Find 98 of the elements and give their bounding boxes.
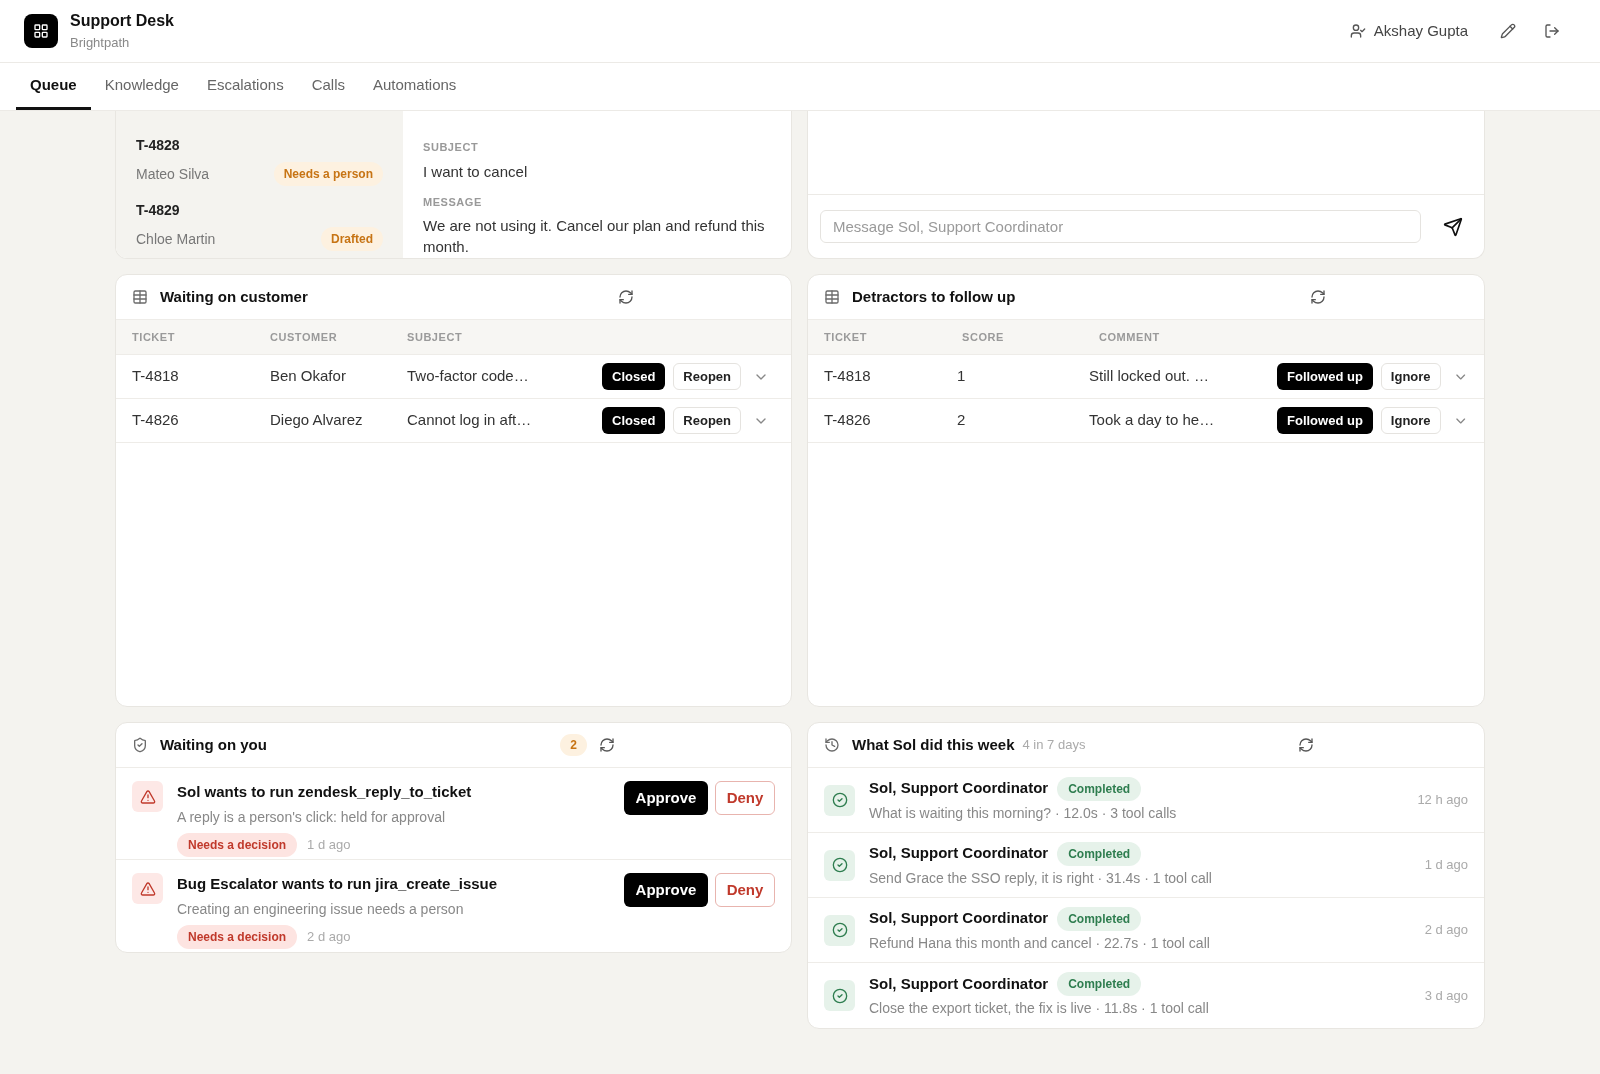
request-description: A reply is a person's click: held for approval — [177, 807, 447, 827]
check-icon — [831, 922, 848, 938]
agent-name: Sol, Support Coordinator — [869, 973, 1049, 994]
field-value: We are not using it. Cancel our plan and refund this month. — [423, 216, 766, 257]
count-badge: 2 — [560, 734, 587, 756]
agent-name: Sol, Support Coordinator — [869, 843, 1049, 864]
nav-tab[interactable]: Calls — [297, 63, 359, 110]
approve-button[interactable]: Approve — [624, 873, 708, 907]
card-title: Detractors to follow up — [852, 286, 1017, 307]
completed-badge: Completed — [1057, 841, 1142, 866]
nav-tab[interactable]: Knowledge — [90, 63, 193, 110]
logout-icon[interactable] — [1544, 23, 1560, 39]
app-title: Support Desk — [70, 11, 174, 32]
activity-detail: Send Grace the SSO reply, it is right · 31.4s · 1 tool call — [869, 868, 1213, 888]
status-button[interactable]: Closed — [602, 363, 666, 390]
user-name: Akshay Gupta — [1373, 20, 1468, 41]
column-header: SCORE — [962, 329, 1005, 345]
field-label: MESSAGE — [423, 194, 483, 210]
app-subtitle: Brightpath — [70, 34, 131, 53]
column-header: CUSTOMER — [270, 329, 339, 345]
nav-tab[interactable]: Escalations — [192, 63, 298, 110]
shield-icon — [132, 737, 148, 753]
approve-button[interactable]: Approve — [624, 781, 708, 815]
activity-detail: What is waiting this morning? · 12.0s · 3 tool calls — [869, 803, 1178, 823]
activity-time: 2 d ago — [1424, 921, 1468, 940]
table-cell-text: T-4818 — [824, 366, 872, 387]
card-title: Waiting on customer — [160, 286, 309, 307]
activity-time: 1 d ago — [1424, 856, 1468, 875]
check-icon — [831, 857, 848, 873]
refresh-icon[interactable] — [1297, 737, 1314, 753]
request-title: Sol wants to run zendesk_reply_to_ticket — [177, 782, 473, 802]
action-button[interactable]: Reopen — [673, 363, 741, 390]
ticket-id[interactable]: T-4828 — [136, 135, 383, 156]
table-cell-text: Ben Okafor — [270, 366, 347, 387]
activity-time: 12 h ago — [1417, 791, 1468, 810]
completed-badge: Completed — [1057, 972, 1142, 996]
activity-summary: 4 in 7 days — [1022, 736, 1087, 755]
table-icon — [132, 289, 148, 305]
ticket-id[interactable]: T-4829 — [136, 200, 383, 221]
agent-name: Sol, Support Coordinator — [869, 908, 1049, 929]
decision-badge: Needs a decision — [177, 832, 298, 857]
action-button[interactable]: Ignore — [1380, 363, 1441, 390]
action-button[interactable]: Ignore — [1380, 407, 1441, 434]
card-title: What Sol did this week — [852, 734, 1015, 755]
column-header: COMMENT — [1099, 329, 1161, 345]
edit-icon[interactable] — [1500, 23, 1516, 39]
table-cell-text: Diego Alvarez — [270, 410, 364, 431]
activity-detail: Close the export ticket, the fix is live · 11.8s · 1 tool call — [869, 999, 1210, 1018]
request-time: 1 d ago — [307, 835, 351, 854]
column-header: TICKET — [132, 329, 177, 345]
card-title: Waiting on you — [160, 734, 268, 755]
table-cell-text: Still locked out. … — [1089, 366, 1211, 387]
send-icon[interactable] — [1443, 216, 1463, 237]
user-icon — [1349, 23, 1366, 39]
table-cell-text: 1 — [957, 366, 967, 387]
table-cell-text: Cannot log in aft… — [407, 410, 533, 431]
refresh-icon[interactable] — [599, 737, 615, 753]
deny-button[interactable]: Deny — [715, 873, 775, 907]
status-button[interactable]: Closed — [602, 407, 666, 434]
refresh-icon[interactable] — [618, 289, 634, 305]
nav-tab[interactable]: Automations — [359, 63, 471, 110]
check-icon — [831, 792, 848, 808]
customer-name: Mateo Silva — [136, 164, 210, 184]
request-time: 2 d ago — [307, 927, 351, 946]
table-cell-text: T-4826 — [132, 410, 180, 431]
warning-icon — [139, 880, 156, 897]
table-cell-text: T-4826 — [824, 410, 872, 431]
table-cell-text: T-4818 — [132, 366, 180, 387]
check-icon — [831, 987, 848, 1004]
status-badge: Drafted — [321, 227, 383, 251]
activity-detail: Refund Hana this month and cancel · 22.7s · 1 tool call — [869, 933, 1211, 953]
status-badge: Needs a person — [273, 162, 383, 186]
message-field[interactable]: Message Sol, Support Coordinator — [820, 210, 1421, 243]
table-cell-text: Two-factor code… — [407, 366, 530, 387]
completed-badge: Completed — [1057, 776, 1142, 801]
field-value: I want to cancel — [423, 161, 529, 182]
refresh-icon[interactable] — [1310, 289, 1326, 305]
customer-name: Chloe Martin — [136, 229, 216, 249]
grid-icon — [33, 23, 49, 39]
completed-badge: Completed — [1057, 906, 1142, 931]
column-header: SUBJECT — [407, 329, 464, 345]
action-button[interactable]: Reopen — [673, 407, 741, 434]
table-cell-text: Took a day to he… — [1089, 410, 1216, 431]
warning-icon — [139, 788, 156, 805]
table-icon — [824, 289, 840, 305]
request-title: Bug Escalator wants to run jira_create_issue — [177, 874, 499, 894]
table-cell-text: 2 — [957, 410, 967, 431]
status-button[interactable]: Followed up — [1277, 407, 1373, 434]
nav-tab[interactable]: Queue — [16, 63, 91, 110]
history-icon — [824, 737, 840, 753]
activity-time: 3 d ago — [1424, 986, 1468, 1005]
request-description: Creating an engineering issue needs a person — [177, 899, 465, 919]
field-label: SUBJECT — [423, 140, 480, 155]
column-header: TICKET — [824, 329, 869, 345]
decision-badge: Needs a decision — [177, 924, 298, 949]
status-button[interactable]: Followed up — [1277, 363, 1373, 390]
agent-name: Sol, Support Coordinator — [869, 778, 1049, 799]
deny-button[interactable]: Deny — [715, 781, 775, 815]
